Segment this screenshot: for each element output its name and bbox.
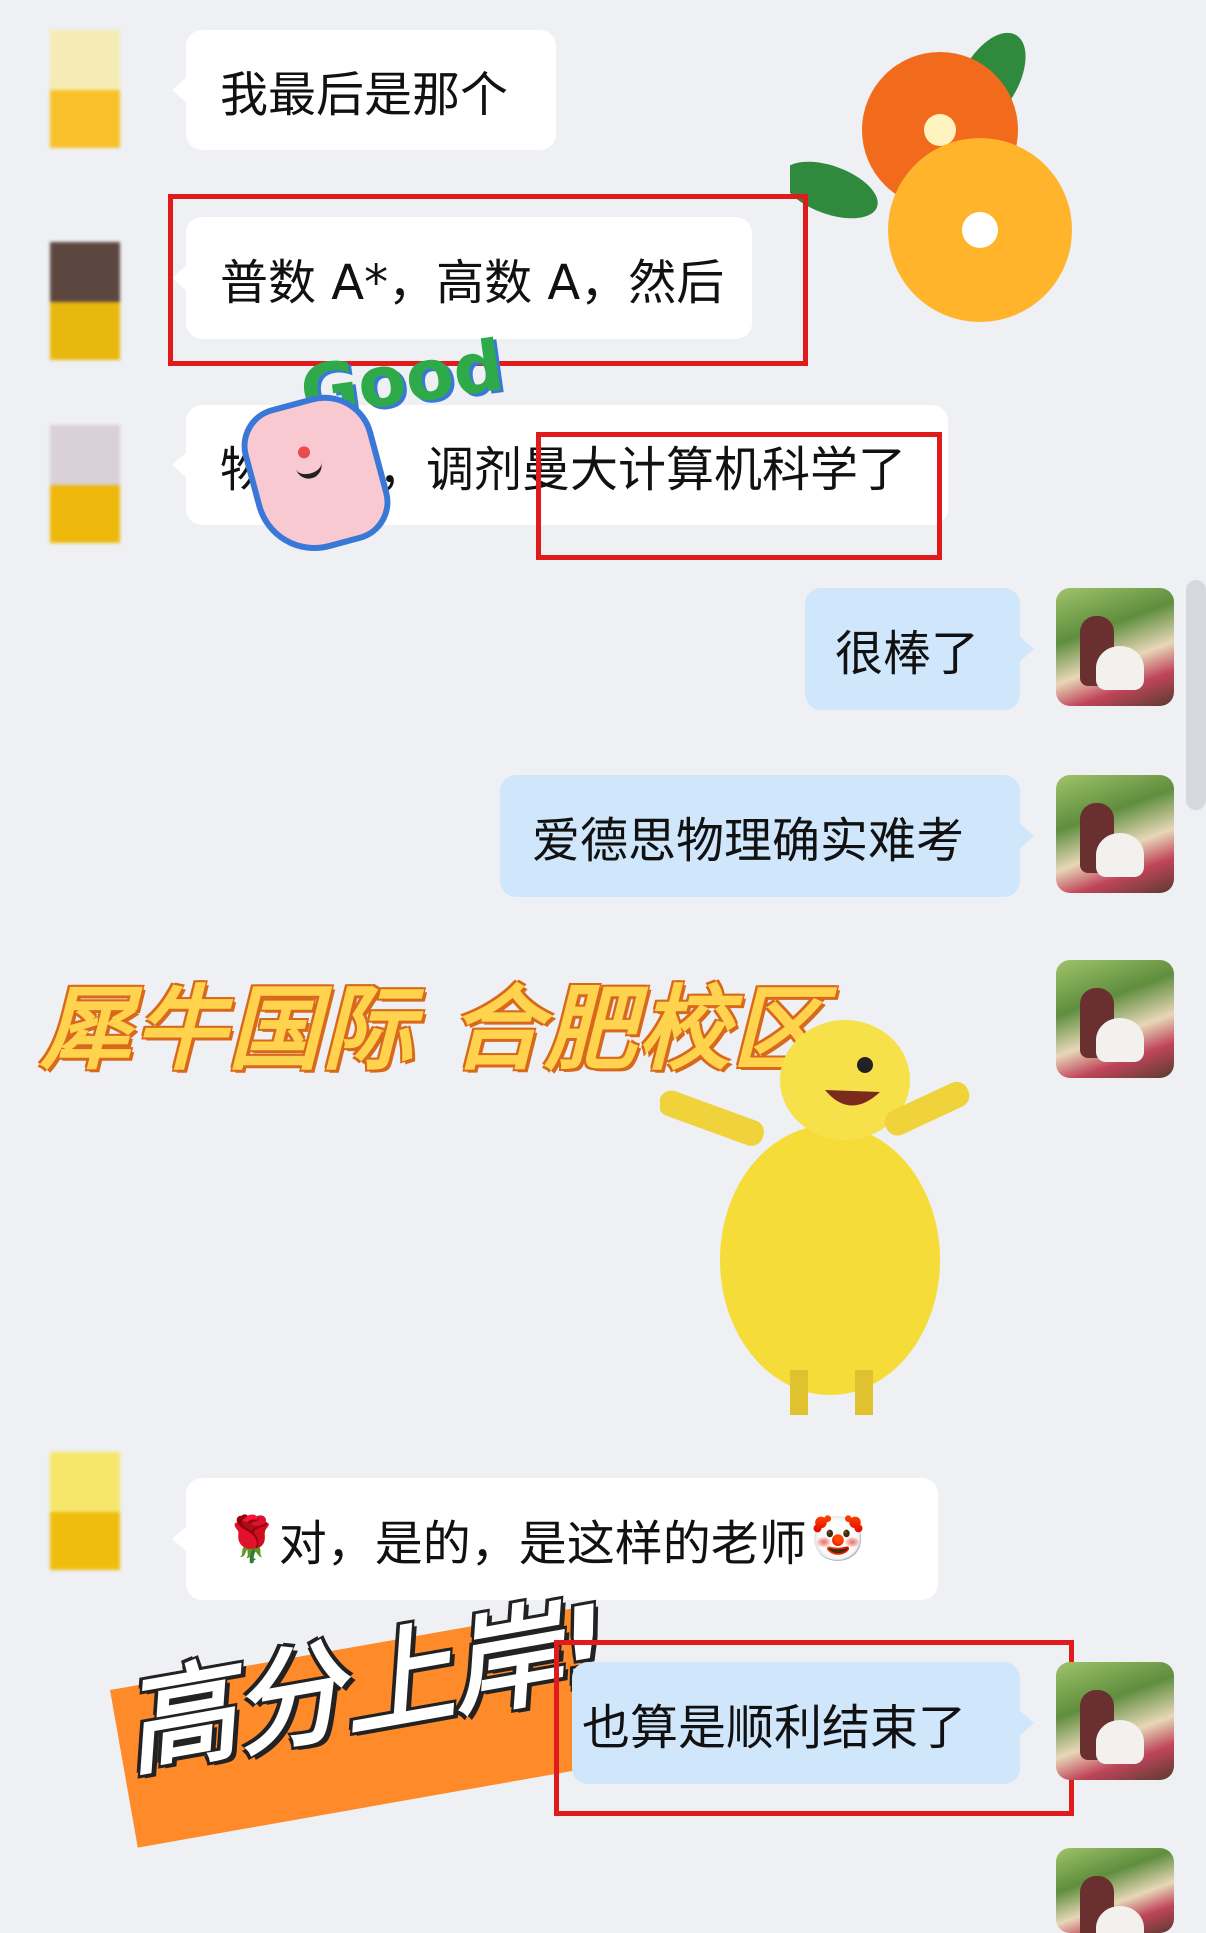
avatar[interactable]: [50, 1452, 120, 1570]
good-sticker: Good: [232, 324, 508, 565]
avatar[interactable]: [1056, 1848, 1174, 1933]
avatar[interactable]: [50, 30, 120, 148]
avatar[interactable]: [50, 242, 120, 360]
message-sent[interactable]: 爱德思物理确实难考: [500, 775, 1034, 897]
avatar[interactable]: [1056, 960, 1174, 1078]
message-sent[interactable]: 很棒了: [805, 588, 1034, 710]
avatar[interactable]: [1056, 775, 1174, 893]
scrollbar-handle[interactable]: [1186, 580, 1206, 810]
message-text: 我最后是那个: [220, 67, 509, 123]
chick-sticker: [660, 1020, 970, 1415]
rose-icon: 🌹: [224, 1514, 279, 1565]
avatar[interactable]: [50, 425, 120, 543]
avatar[interactable]: [1056, 588, 1174, 706]
avatar[interactable]: [1056, 1662, 1174, 1780]
message-received[interactable]: 我最后是那个: [172, 30, 556, 150]
message-text: 很棒了: [835, 626, 980, 682]
clown-icon: 🤡: [810, 1514, 866, 1565]
highlight-box: [536, 432, 942, 560]
highlight-box: [554, 1640, 1074, 1816]
flower-sticker: [790, 32, 1072, 322]
message-text: 爱德思物理确实难考: [532, 813, 965, 869]
